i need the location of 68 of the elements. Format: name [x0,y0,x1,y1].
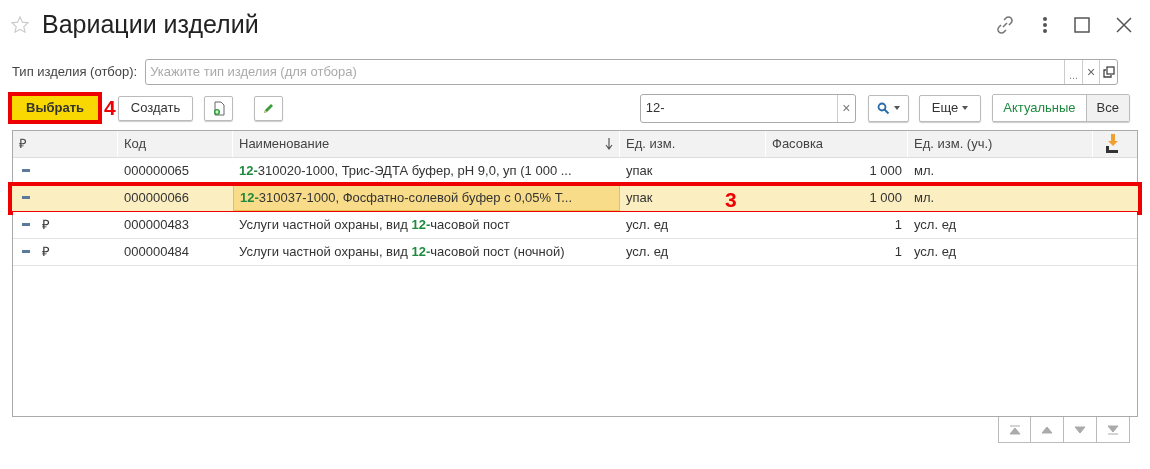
table-cell-text: усл. ед [626,243,669,262]
search-button[interactable] [867,94,909,122]
copy-icon [211,100,226,116]
table-cell-text: 000000065 [123,162,191,181]
view-tab[interactable]: Актуальные [993,95,1086,121]
currency-sign: ₽ [42,216,50,235]
star-icon[interactable] [10,15,30,35]
item-marker-icon [22,196,30,200]
table-cell-text: упак [626,162,653,181]
table-cell-text: Услуги частной охраны, вид 12-часовой пост [238,216,511,235]
column-header[interactable]: Ед. изм. [620,131,766,157]
clear-button[interactable]: × [836,94,855,122]
column-header[interactable]: ₽ [13,131,118,157]
view-tab[interactable]: Все [1085,95,1129,121]
table-cell: 12-310037-1000, Фосфатно-солевой буфер с 0,05% Т... [233,185,620,211]
column-header[interactable]: Фасовка [766,131,908,157]
column-header[interactable]: Ед. изм. (уч.) [908,131,1093,157]
item-marker-icon [22,250,30,254]
maximize-icon[interactable] [1074,17,1090,33]
down-icon [1073,423,1087,436]
table-cell-text: 1 000 [868,189,903,208]
double-up-icon [1007,423,1022,436]
table-cell-text: мл. [913,162,936,181]
close-icon[interactable] [1116,17,1132,33]
table-cell-text: 000000066 [123,189,191,208]
copy-button[interactable] [204,95,234,121]
table-cell-text: усл. ед [626,216,669,235]
table-cell-text: 000000484 [123,243,191,262]
table-cell-text: 12-310020-1000, Трис-ЭДТА буфер, pH 9,0, уп (1 000 ... [238,162,573,181]
table-cell-text: 000000483 [123,216,191,235]
caret-icon [962,106,969,110]
scroll-top-button[interactable] [998,417,1031,443]
table-cell-text: 1 000 [868,162,903,181]
create-button[interactable]: Создать [117,95,194,121]
clear-button[interactable]: × [1082,60,1099,84]
scroll-down-button[interactable] [1064,417,1097,443]
caret-icon [893,106,900,110]
double-down-icon [1106,423,1120,436]
table-cell-text: Услуги частной охраны, вид 12-часовой пост (ночной) [238,243,566,262]
table-cell-text: усл. ед [913,216,958,235]
window-title: Вариации изделий [42,9,259,41]
scroll-up-button[interactable] [1031,417,1064,443]
item-marker-icon [22,169,30,173]
more-icon[interactable] [1042,16,1048,34]
field-label: Тип изделия (отбор): [12,63,138,82]
table-cell-text: 1 [893,216,903,235]
pencil-icon [262,101,276,115]
select-button[interactable]: Выбрать [12,96,99,120]
table-cell-text: усл. ед [913,243,958,262]
edit-button[interactable] [254,95,284,121]
open-window-icon[interactable] [1102,66,1115,78]
column-header[interactable]: Наименование [233,131,620,157]
search-field[interactable]: 12- × [639,93,856,123]
input-field[interactable]: Укажите тип изделия (для отбора) ... × [145,59,1118,85]
column-header[interactable]: Код [118,131,233,157]
table-cell-text: упак [626,189,653,208]
search-icon [876,101,890,115]
output-list-icon[interactable] [1105,134,1119,154]
annotation-number: 3 [725,188,737,212]
table-cell-text: 1 [893,243,903,262]
select-button[interactable]: ... [1064,60,1082,84]
currency-sign: ₽ [42,243,50,262]
scroll-bottom-button[interactable] [1097,417,1130,443]
annotation-number: 4 [104,95,116,122]
link-icon[interactable] [994,14,1016,36]
item-marker-icon [22,223,30,227]
more-button[interactable]: Еще [918,94,982,122]
table-cell-text: мл. [913,189,936,208]
